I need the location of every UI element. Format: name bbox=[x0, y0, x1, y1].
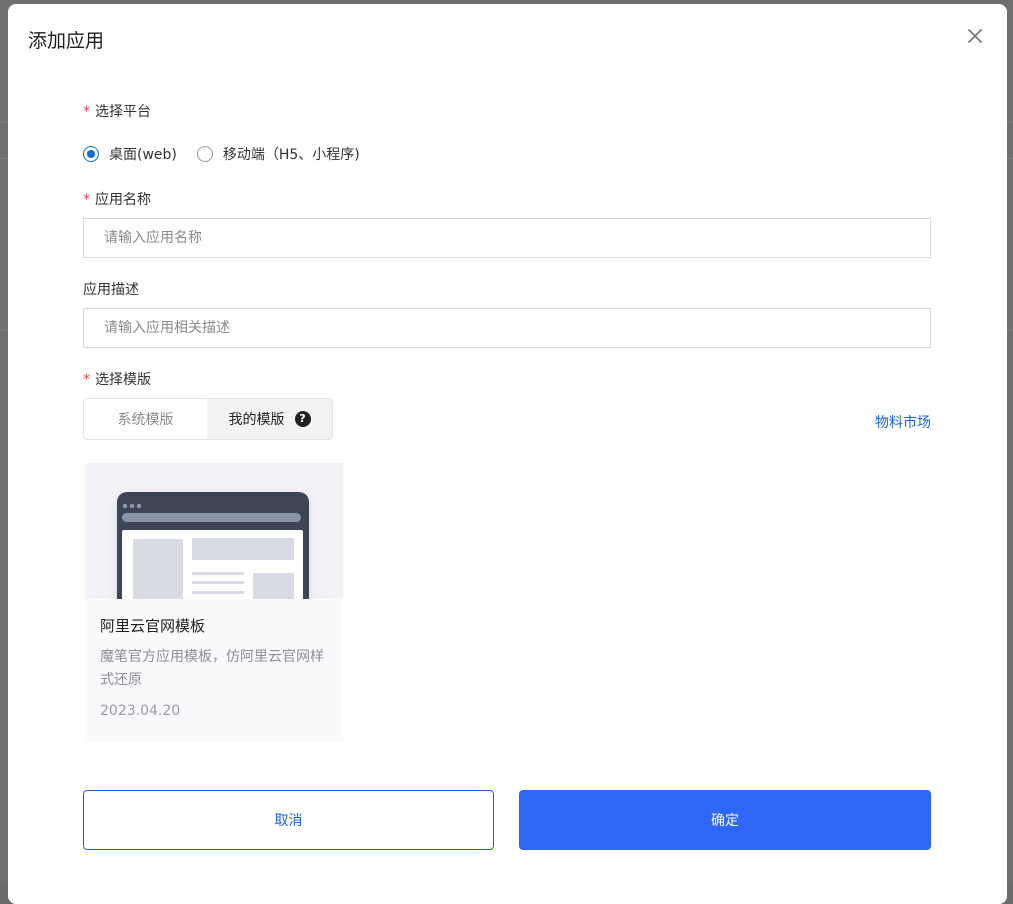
app-name-label-text: 应用名称 bbox=[95, 192, 151, 208]
app-desc-label-text: 应用描述 bbox=[83, 282, 139, 298]
template-label: * 选择模版 bbox=[83, 370, 151, 390]
required-mark: * bbox=[83, 372, 90, 388]
required-mark: * bbox=[83, 192, 90, 208]
template-thumbnail bbox=[85, 463, 343, 599]
close-icon[interactable] bbox=[965, 26, 985, 46]
template-card-date: 2023.04.20 bbox=[100, 703, 181, 719]
question-circle-icon[interactable]: ? bbox=[294, 411, 311, 427]
radio-checked-icon bbox=[83, 146, 99, 162]
cancel-button[interactable]: 取消 bbox=[83, 790, 494, 850]
radio-desktop-web[interactable]: 桌面(web) bbox=[83, 144, 177, 164]
radio-mobile-label: 移动端（H5、小程序) bbox=[222, 147, 360, 163]
template-tabs: 系统模版 我的模版 ? bbox=[83, 398, 333, 440]
template-card[interactable]: 阿里云官网模板 魔笔官方应用模板，仿阿里云官网样式还原 2023.04.20 bbox=[85, 463, 343, 742]
platform-radio-group: 桌面(web) 移动端（H5、小程序) bbox=[83, 143, 380, 165]
template-card-title: 阿里云官网模板 bbox=[100, 617, 206, 635]
confirm-button[interactable]: 确定 bbox=[519, 790, 931, 850]
material-market-link[interactable]: 物料市场 bbox=[875, 412, 931, 432]
template-card-body: 阿里云官网模板 魔笔官方应用模板，仿阿里云官网样式还原 2023.04.20 bbox=[85, 616, 343, 721]
template-label-text: 选择模版 bbox=[95, 372, 151, 388]
radio-desktop-label: 桌面(web) bbox=[109, 147, 177, 163]
platform-label-text: 选择平台 bbox=[95, 104, 151, 120]
app-desc-label: 应用描述 bbox=[83, 280, 139, 300]
required-mark: * bbox=[83, 104, 90, 120]
tab-my-template[interactable]: 我的模版 ? bbox=[207, 399, 332, 439]
add-app-dialog: 添加应用 * 选择平台 桌面(web) 移动端（H5、小程序) * 应用名称 请… bbox=[8, 4, 1007, 904]
tab-system-template-label: 系统模版 bbox=[117, 412, 174, 428]
app-name-input[interactable] bbox=[83, 218, 931, 258]
app-desc-input[interactable] bbox=[83, 308, 931, 348]
radio-unchecked-icon bbox=[196, 146, 213, 162]
app-name-label: * 应用名称 bbox=[83, 190, 151, 210]
platform-label: * 选择平台 bbox=[83, 102, 151, 122]
dialog-title: 添加应用 bbox=[28, 30, 105, 52]
tab-system-template[interactable]: 系统模版 bbox=[84, 399, 207, 439]
template-card-description: 魔笔官方应用模板，仿阿里云官网样式还原 bbox=[100, 649, 324, 688]
radio-mobile[interactable]: 移动端（H5、小程序) bbox=[196, 144, 360, 164]
tab-my-template-label: 我的模版 bbox=[228, 412, 285, 428]
